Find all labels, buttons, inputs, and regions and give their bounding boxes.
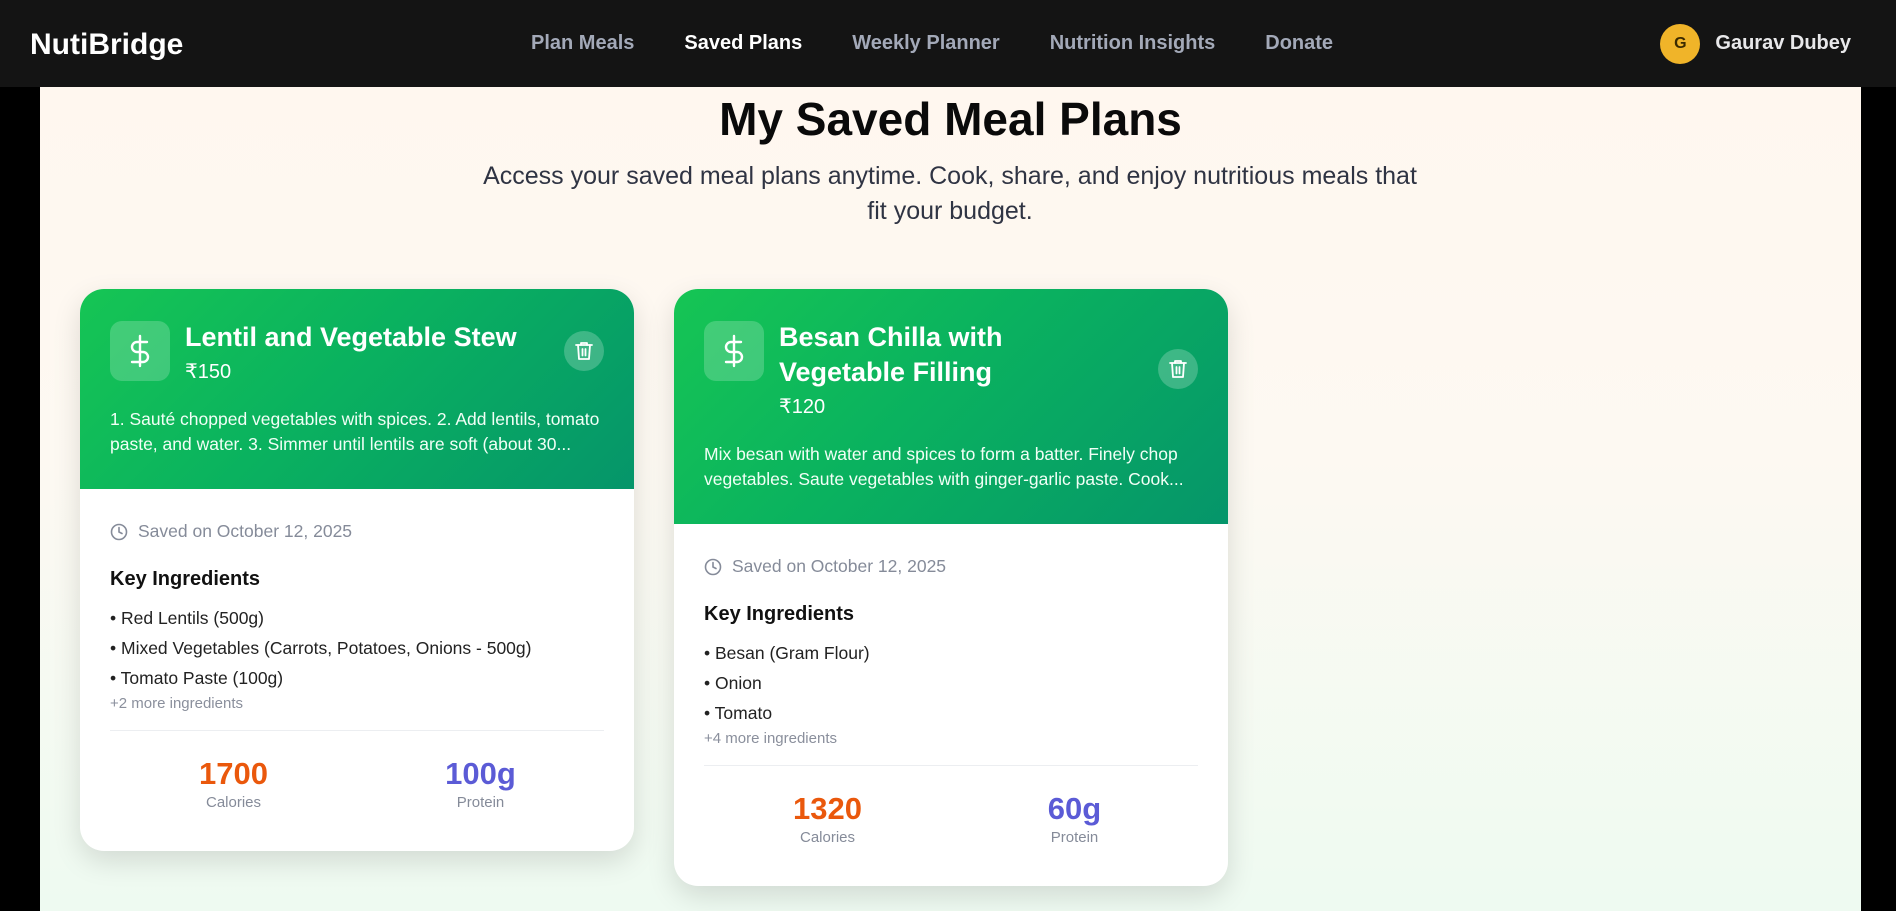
card-body: Saved on October 12, 2025 Key Ingredient…: [674, 524, 1228, 886]
calories-label: Calories: [799, 829, 856, 846]
main-nav: Plan Meals Saved Plans Weekly Planner Nu…: [531, 0, 1383, 87]
nutrition-stats: 1320 Calories 60g Protein: [704, 791, 1198, 847]
protein-stat: 60g Protein: [951, 791, 1198, 847]
calories-value: 1320: [793, 791, 862, 826]
page-title: My Saved Meal Plans: [719, 93, 1182, 145]
user-menu[interactable]: G Gaurav Dubey: [1660, 0, 1851, 87]
more-ingredients: +2 more ingredients: [110, 695, 243, 712]
trash-icon: [1169, 360, 1187, 378]
meal-description: Mix besan with water and spices to form …: [704, 444, 1184, 489]
saved-date: Saved on October 12, 2025: [138, 521, 353, 541]
meal-description: 1. Sauté chopped vegetables with spices.…: [110, 409, 600, 454]
nav-donate[interactable]: Donate: [1265, 32, 1333, 55]
dollar-icon: [110, 321, 170, 381]
saved-date: Saved on October 12, 2025: [732, 556, 947, 576]
meal-title: Lentil and Vegetable Stew: [185, 322, 517, 352]
delete-button[interactable]: [1158, 349, 1198, 389]
meal-price: ₹120: [779, 396, 826, 418]
meal-title: Besan Chilla with Vegetable Filling: [779, 322, 1003, 387]
more-ingredients: +4 more ingredients: [704, 730, 837, 747]
calories-value: 1700: [199, 756, 268, 791]
card-title-block: Lentil and Vegetable Stew ₹150: [185, 320, 534, 385]
protein-value: 100g: [445, 756, 516, 791]
divider: [704, 765, 1198, 766]
ingredient-item: • Tomato: [704, 703, 773, 723]
clock-icon: [704, 558, 722, 575]
divider: [110, 730, 604, 731]
meal-plan-card: Besan Chilla with Vegetable Filling ₹120…: [674, 289, 1228, 886]
ingredient-list: • Besan (Gram Flour) • Onion • Tomato: [704, 638, 1198, 728]
ingredient-item: • Besan (Gram Flour): [704, 643, 870, 663]
user-name[interactable]: Gaurav Dubey: [1715, 32, 1851, 55]
card-body: Saved on October 12, 2025 Key Ingredient…: [80, 489, 634, 851]
protein-label: Protein: [1050, 829, 1099, 846]
calories-stat: 1320 Calories: [704, 791, 951, 847]
key-ingredients-title: Key Ingredients: [704, 603, 855, 625]
dollar-icon: [704, 321, 764, 381]
calories-stat: 1700 Calories: [110, 756, 357, 812]
ingredient-item: • Tomato Paste (100g): [110, 668, 284, 688]
protein-label: Protein: [456, 794, 505, 811]
ingredient-item: • Red Lentils (500g): [110, 608, 264, 628]
top-navbar: NutiBridge Plan Meals Saved Plans Weekly…: [0, 0, 1896, 87]
clock-icon: [110, 523, 128, 540]
nutrition-stats: 1700 Calories 100g Protein: [110, 756, 604, 812]
main-content: My Saved Meal Plans Access your saved me…: [40, 87, 1861, 911]
saved-date-row: Saved on October 12, 2025: [110, 521, 604, 542]
delete-button[interactable]: [564, 331, 604, 371]
saved-date-row: Saved on October 12, 2025: [704, 556, 1198, 577]
meal-price: ₹150: [185, 361, 232, 383]
ingredient-item: • Onion: [704, 673, 762, 693]
ingredient-list: • Red Lentils (500g) • Mixed Vegetables …: [110, 603, 604, 693]
nav-nutrition-insights[interactable]: Nutrition Insights: [1050, 32, 1216, 55]
page-subtitle: Access your saved meal plans anytime. Co…: [483, 162, 1417, 225]
card-title-block: Besan Chilla with Vegetable Filling ₹120: [779, 320, 1128, 420]
card-header: Lentil and Vegetable Stew ₹150 1. Sauté …: [80, 289, 634, 489]
ingredient-item: • Mixed Vegetables (Carrots, Potatoes, O…: [110, 638, 532, 658]
calories-label: Calories: [205, 794, 262, 811]
avatar[interactable]: G: [1660, 23, 1701, 64]
meal-plan-card: Lentil and Vegetable Stew ₹150 1. Sauté …: [80, 289, 634, 851]
protein-value: 60g: [1047, 791, 1102, 826]
nav-plan-meals[interactable]: Plan Meals: [531, 32, 634, 55]
key-ingredients-title: Key Ingredients: [110, 568, 261, 590]
card-header: Besan Chilla with Vegetable Filling ₹120…: [674, 289, 1228, 524]
protein-stat: 100g Protein: [357, 756, 604, 812]
nav-saved-plans[interactable]: Saved Plans: [684, 32, 802, 55]
nav-weekly-planner[interactable]: Weekly Planner: [852, 32, 999, 55]
trash-icon: [575, 342, 593, 360]
brand-logo[interactable]: NutiBridge: [30, 0, 183, 87]
